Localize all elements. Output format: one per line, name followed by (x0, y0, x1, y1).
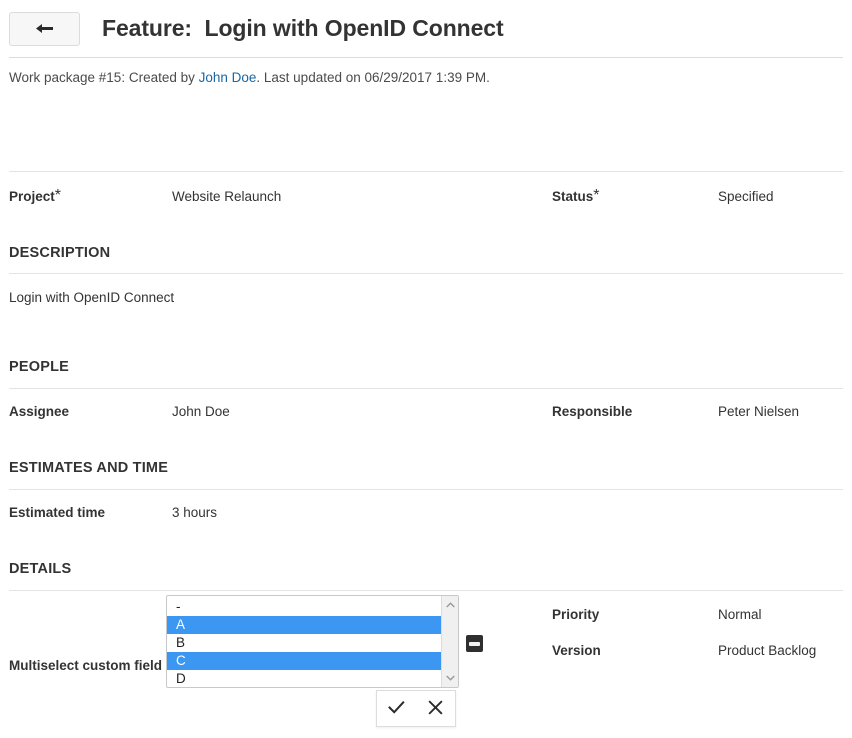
assignee-value-cell[interactable]: John Doe (172, 396, 542, 426)
project-label-cell: Project* (9, 181, 169, 211)
estimates-rule (9, 489, 843, 490)
responsible-label-cell: Responsible (552, 396, 712, 426)
version-value-cell[interactable]: Product Backlog (718, 635, 848, 665)
estimates-heading: ESTIMATES AND TIME (9, 460, 168, 476)
back-button[interactable] (9, 12, 80, 46)
close-icon (428, 700, 443, 718)
status-value-cell[interactable]: Specified (718, 181, 848, 211)
estimated-time-value-cell[interactable]: 3 hours (172, 497, 542, 527)
priority-label: Priority (552, 607, 599, 622)
details-heading: DETAILS (9, 561, 71, 577)
version-row: Version Product Backlog (0, 635, 852, 665)
priority-value-cell[interactable]: Normal (718, 599, 848, 629)
version-value: Product Backlog (718, 643, 816, 658)
responsible-value: Peter Nielsen (718, 404, 799, 419)
project-required-marker: * (55, 187, 61, 205)
author-link[interactable]: John Doe (199, 70, 257, 85)
responsible-value-cell[interactable]: Peter Nielsen (718, 396, 848, 426)
meta-prefix: Work package #15: Created by (9, 70, 199, 85)
overview-rule (9, 171, 843, 172)
chevron-down-icon[interactable] (442, 670, 458, 686)
assignee-value: John Doe (172, 404, 230, 419)
header-divider (9, 57, 843, 58)
inline-edit-actions (376, 690, 456, 727)
estimated-time-label: Estimated time (9, 505, 105, 520)
check-icon (388, 700, 405, 718)
priority-value: Normal (718, 607, 762, 622)
multiselect-option[interactable]: D (167, 670, 441, 688)
status-value: Specified (718, 189, 774, 204)
status-label-cell: Status* (552, 181, 712, 211)
status-required-marker: * (593, 187, 599, 205)
project-value-cell[interactable]: Website Relaunch (172, 181, 542, 211)
overview-row: Project* Website Relaunch Status* Specif… (0, 181, 852, 211)
estimated-time-label-cell: Estimated time (9, 497, 169, 527)
estimates-row: Estimated time 3 hours (0, 497, 852, 527)
priority-label-cell: Priority (552, 599, 712, 629)
description-text[interactable]: Login with OpenID Connect (9, 290, 174, 305)
page-header: Feature: Login with OpenID Connect (0, 0, 852, 57)
confirm-edit-button[interactable] (382, 695, 412, 723)
assignee-label-cell: Assignee (9, 396, 169, 426)
work-package-meta: Work package #15: Created by John Doe. L… (9, 70, 490, 85)
assignee-label: Assignee (9, 404, 69, 419)
work-package-details-page: Feature: Login with OpenID Connect Work … (0, 0, 852, 738)
status-label: Status (552, 189, 593, 204)
arrow-left-icon (35, 22, 55, 35)
page-title: Feature: Login with OpenID Connect (102, 15, 504, 42)
meta-suffix: . Last updated on 06/29/2017 1:39 PM. (256, 70, 489, 85)
people-row: Assignee John Doe Responsible Peter Niel… (0, 396, 852, 426)
priority-row: Priority Normal (0, 599, 852, 629)
people-heading: PEOPLE (9, 359, 69, 375)
description-rule (9, 273, 843, 274)
version-label-cell: Version (552, 635, 712, 665)
responsible-label: Responsible (552, 404, 632, 419)
description-heading: DESCRIPTION (9, 245, 110, 261)
estimated-time-value: 3 hours (172, 505, 217, 520)
project-label: Project (9, 189, 55, 204)
cancel-edit-button[interactable] (421, 695, 451, 723)
project-value: Website Relaunch (172, 189, 281, 204)
people-rule (9, 388, 843, 389)
version-label: Version (552, 643, 601, 658)
details-rule (9, 590, 843, 591)
